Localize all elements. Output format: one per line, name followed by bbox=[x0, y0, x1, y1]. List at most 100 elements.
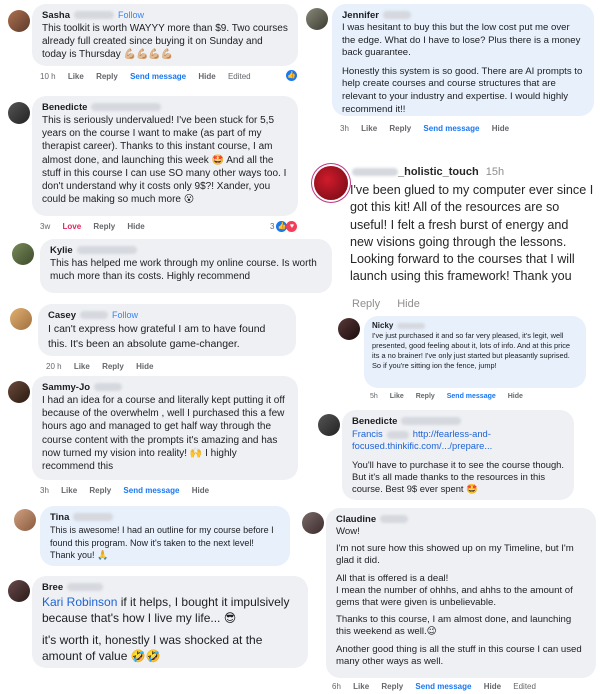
commenter-name[interactable]: Sasha bbox=[42, 10, 70, 21]
comment-bubble-benedicte: Benedicte This is seriously undervalued!… bbox=[32, 96, 298, 216]
avatar[interactable] bbox=[306, 8, 328, 30]
like-button[interactable]: Like bbox=[61, 486, 77, 495]
avatar[interactable] bbox=[12, 243, 34, 265]
hide-button[interactable]: Hide bbox=[192, 486, 209, 495]
comment-bubble-jennifer: Jennifer I was hesitant to buy this but … bbox=[332, 4, 594, 116]
comment-bubble-nicky: Nicky I've just purchased it and so far … bbox=[364, 316, 586, 388]
follow-link[interactable]: Follow bbox=[118, 10, 144, 20]
reaction-summary[interactable]: 3 👍 ♥ bbox=[270, 221, 298, 232]
comment-text: This has helped me work through my onlin… bbox=[50, 258, 317, 283]
avatar[interactable] bbox=[8, 580, 30, 602]
commenter-name[interactable]: _holistic_touch bbox=[398, 166, 479, 178]
hide-button[interactable]: Hide bbox=[484, 682, 501, 691]
timestamp[interactable]: 20 h bbox=[46, 362, 62, 371]
reaction-count: 3 bbox=[270, 222, 275, 231]
send-message-button[interactable]: Send message bbox=[423, 124, 479, 133]
avatar[interactable] bbox=[8, 10, 30, 32]
reaction-summary[interactable]: 👍 bbox=[286, 70, 297, 81]
send-message-button[interactable]: Send message bbox=[447, 393, 496, 400]
comment-text: Wow! bbox=[336, 526, 360, 537]
comment-text: Thanks to this course, I am almost done,… bbox=[336, 614, 572, 638]
comment-actions: 10 h Like Reply Send message Hide Edited bbox=[40, 72, 261, 81]
comment-text: I was hesitant to buy this but the low c… bbox=[342, 22, 581, 59]
commenter-name[interactable]: Benedicte bbox=[42, 102, 87, 113]
commenter-name[interactable]: Nicky bbox=[372, 321, 393, 330]
avatar[interactable] bbox=[338, 318, 360, 340]
comment-actions: 20 h Like Reply Hide bbox=[46, 362, 163, 371]
reply-button[interactable]: Reply bbox=[416, 393, 435, 400]
comment-bubble-bree: Bree Kari Robinson if it helps, I bought… bbox=[32, 576, 308, 668]
comment-text: This is seriously undervalued! I've been… bbox=[42, 115, 287, 206]
like-reaction-icon: 👍 bbox=[286, 70, 297, 81]
comment-text: it's worth it, honestly I was shocked at… bbox=[42, 633, 263, 663]
commenter-name[interactable]: Casey bbox=[48, 310, 76, 321]
comment-bubble-tina: Tina This is awesome! I had an outline f… bbox=[40, 506, 290, 566]
love-reaction-icon: ♥ bbox=[286, 221, 298, 232]
commenter-name[interactable]: Claudine bbox=[336, 514, 376, 525]
comment-text: I can't express how grateful I am to hav… bbox=[48, 323, 266, 350]
mention-link[interactable]: Francis bbox=[352, 428, 383, 439]
comment-actions: 3h Like Reply Send message Hide bbox=[40, 486, 219, 495]
commenter-name[interactable]: Tina bbox=[50, 512, 69, 523]
comment-text: I've been glued to my computer ever sinc… bbox=[350, 183, 594, 284]
comment-bubble-sasha: Sasha Follow This toolkit is worth WAYYY … bbox=[32, 4, 298, 66]
hide-button[interactable]: Hide bbox=[127, 222, 144, 231]
comment-bubble-sammy-jo: Sammy-Jo I had an idea for a course and … bbox=[32, 376, 298, 480]
comment-text: Honestly this system is so good. There a… bbox=[342, 65, 583, 115]
mention-link[interactable]: Kari Robinson bbox=[42, 595, 117, 609]
send-message-button[interactable]: Send message bbox=[130, 72, 186, 81]
like-button[interactable]: Like bbox=[361, 124, 377, 133]
comment-text: I've just purchased it and so far very p… bbox=[372, 331, 571, 370]
love-button[interactable]: Love bbox=[62, 222, 81, 231]
avatar[interactable] bbox=[318, 414, 340, 436]
timestamp[interactable]: 15h bbox=[486, 166, 504, 178]
hide-button[interactable]: Hide bbox=[508, 393, 523, 400]
hide-button[interactable]: Hide bbox=[492, 124, 509, 133]
timestamp[interactable]: 3h bbox=[40, 486, 49, 495]
commenter-name[interactable]: Sammy-Jo bbox=[42, 382, 90, 393]
like-button[interactable]: Like bbox=[68, 72, 84, 81]
commenter-header: _holistic_touch 15h bbox=[352, 166, 504, 178]
like-button[interactable]: Like bbox=[390, 393, 404, 400]
reply-button[interactable]: Reply bbox=[96, 72, 118, 81]
commenter-name[interactable]: Jennifer bbox=[342, 10, 379, 21]
comment-text: This is awesome! I had an outline for my… bbox=[50, 525, 274, 560]
avatar[interactable] bbox=[14, 509, 36, 531]
reply-button[interactable]: Reply bbox=[102, 362, 124, 371]
hide-button[interactable]: Hide bbox=[397, 298, 420, 310]
avatar[interactable] bbox=[314, 166, 348, 200]
timestamp[interactable]: 6h bbox=[332, 682, 341, 691]
edited-label: Edited bbox=[227, 72, 251, 81]
reply-button[interactable]: Reply bbox=[89, 486, 111, 495]
reply-button[interactable]: Reply bbox=[389, 124, 411, 133]
timestamp[interactable]: 3h bbox=[340, 124, 349, 133]
avatar[interactable] bbox=[10, 308, 32, 330]
avatar[interactable] bbox=[302, 512, 324, 534]
timestamp[interactable]: 10 h bbox=[40, 72, 56, 81]
comment-actions: 6h Like Reply Send message Hide Edited bbox=[332, 682, 546, 691]
send-message-button[interactable]: Send message bbox=[415, 682, 471, 691]
comment-actions: 3h Like Reply Send message Hide bbox=[340, 124, 519, 133]
reply-button[interactable]: Reply bbox=[93, 222, 115, 231]
timestamp[interactable]: 3w bbox=[40, 222, 50, 231]
like-button[interactable]: Like bbox=[74, 362, 90, 371]
reply-button[interactable]: Reply bbox=[352, 298, 380, 310]
avatar[interactable] bbox=[8, 381, 30, 403]
hide-button[interactable]: Hide bbox=[136, 362, 153, 371]
timestamp[interactable]: 5h bbox=[370, 393, 378, 400]
follow-link[interactable]: Follow bbox=[112, 310, 138, 320]
send-message-button[interactable]: Send message bbox=[123, 486, 179, 495]
commenter-name[interactable]: Bree bbox=[42, 582, 63, 593]
comment-text: Another good thing is all the stuff in t… bbox=[336, 643, 582, 667]
comment-text: Francis http://fearless-and-focused.think… bbox=[352, 428, 564, 453]
comment-bubble-casey: Casey Follow I can't express how grateful… bbox=[38, 304, 296, 356]
commenter-name[interactable]: Kylie bbox=[50, 245, 73, 256]
commenter-name[interactable]: Benedicte bbox=[352, 416, 397, 427]
reply-button[interactable]: Reply bbox=[381, 682, 403, 691]
like-button[interactable]: Like bbox=[353, 682, 369, 691]
avatar[interactable] bbox=[8, 102, 30, 124]
hide-button[interactable]: Hide bbox=[198, 72, 215, 81]
comment-text: You'll have to purchase it to see the co… bbox=[352, 458, 565, 495]
comment-text: Kari Robinson if it helps, I bought it i… bbox=[42, 594, 298, 626]
edited-label: Edited bbox=[513, 682, 536, 691]
